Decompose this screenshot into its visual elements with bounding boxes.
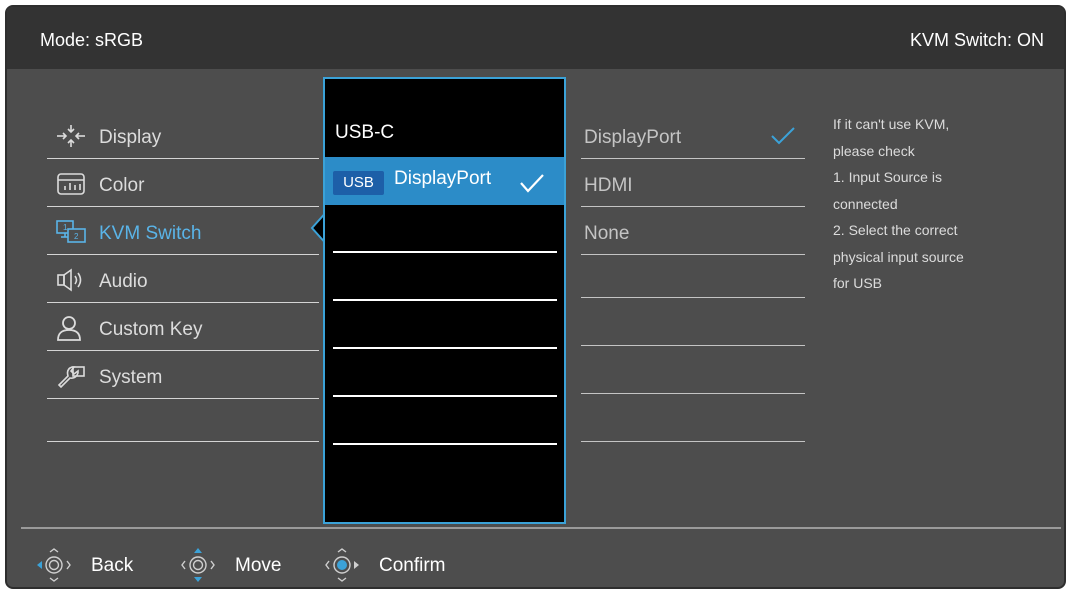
menu-item-audio[interactable]: Audio: [47, 255, 319, 303]
submenu-divider: [333, 443, 557, 445]
menu-item-kvm-switch[interactable]: 1 2 KVM Switch: [47, 207, 319, 255]
submenu-item-usb-displayport[interactable]: USB DisplayPort: [325, 157, 564, 205]
nav-move-label: Move: [235, 555, 282, 576]
menu-item-color[interactable]: Color: [47, 159, 319, 207]
submenu-divider: [333, 251, 557, 253]
submenu-divider: [333, 395, 557, 397]
person-icon: [57, 316, 81, 341]
menu-item-label: Display: [99, 127, 162, 148]
help-line: 1. Input Source is: [833, 169, 942, 185]
option-label: None: [584, 223, 630, 244]
option-displayport[interactable]: DisplayPort: [581, 111, 805, 159]
menu-item-label: System: [99, 367, 163, 388]
checkmark-icon: [520, 174, 544, 193]
speaker-icon: [57, 268, 82, 292]
help-line: please check: [833, 142, 915, 159]
kvm-switch-icon: 1 2: [56, 220, 86, 243]
color-icon: [57, 173, 85, 195]
usb-badge: USB: [333, 171, 384, 195]
help-line: connected: [833, 195, 898, 212]
top-status-bar: Mode: sRGB KVM Switch: ON: [7, 7, 1064, 69]
submenu-divider: [333, 299, 557, 301]
kvm-status-label: KVM Switch: ON: [909, 30, 1044, 50]
help-line: for USB: [833, 275, 883, 291]
option-divider: [581, 441, 805, 442]
nav-confirm-label: Confirm: [379, 555, 446, 576]
help-line: physical input source: [833, 248, 964, 265]
nav-back-label: Back: [91, 555, 134, 576]
submenu-divider: [333, 347, 557, 349]
option-none[interactable]: None: [581, 207, 805, 255]
joystick-updown-icon: [181, 548, 215, 582]
wrench-icon: [57, 366, 85, 389]
bottom-divider: [21, 527, 1061, 529]
menu-item-custom-key[interactable]: Custom Key: [47, 303, 319, 351]
svg-text:2: 2: [74, 232, 79, 241]
help-text: If it can't use KVM, please check 1. Inp…: [833, 111, 1043, 297]
option-label: DisplayPort: [584, 127, 682, 148]
option-divider: [581, 297, 805, 298]
menu-divider: [47, 441, 319, 442]
option-divider: [581, 393, 805, 394]
menu-item-label: Custom Key: [99, 319, 203, 340]
display-adjust-icon: [57, 125, 85, 147]
joystick-left-icon: [37, 548, 71, 582]
option-divider: [581, 345, 805, 346]
option-hdmi[interactable]: HDMI: [581, 159, 805, 207]
joystick-press-icon: [325, 548, 359, 582]
help-line: 2. Select the correct: [833, 222, 958, 238]
submenu-item-usb-c[interactable]: USB-C: [333, 109, 557, 157]
submenu-item-label: USB-C: [335, 122, 395, 143]
kvm-submenu-panel: USB-C USB DisplayPort: [323, 77, 566, 524]
checkmark-icon: [771, 127, 795, 145]
menu-item-label: Color: [99, 175, 145, 196]
menu-item-label: KVM Switch: [99, 223, 202, 244]
help-line: If it can't use KVM,: [833, 116, 950, 132]
svg-text:1: 1: [63, 223, 68, 232]
menu-item-system[interactable]: System: [47, 351, 319, 399]
option-label: HDMI: [584, 175, 633, 196]
menu-item-display[interactable]: Display: [47, 111, 319, 159]
submenu-item-label: DisplayPort: [394, 168, 492, 189]
mode-label: Mode: sRGB: [40, 30, 144, 50]
menu-item-label: Audio: [99, 271, 148, 292]
osd-window: Mode: sRGB KVM Switch: ON Display Color: [5, 5, 1066, 589]
